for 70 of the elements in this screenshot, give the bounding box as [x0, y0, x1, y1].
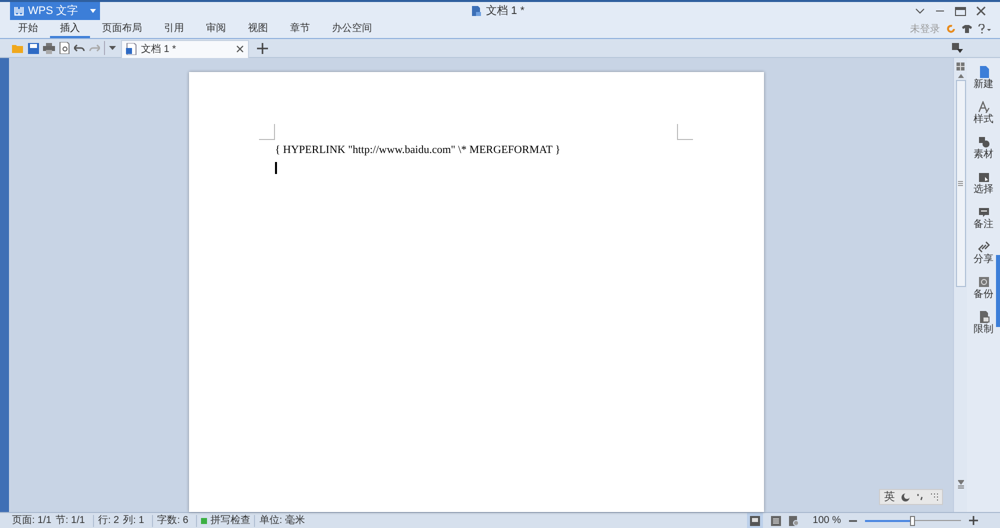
text-cursor — [275, 162, 277, 174]
maximize-icon[interactable] — [955, 6, 966, 16]
ime-toolbar[interactable]: 英 — [879, 489, 943, 505]
zoom-slider[interactable] — [865, 516, 961, 526]
margin-corner-mark — [677, 124, 693, 140]
status-text: 行: 2 — [98, 514, 120, 528]
chevron-down-icon[interactable] — [915, 7, 925, 15]
help-icon[interactable] — [978, 24, 992, 34]
menu-tab[interactable]: 办公空间 — [322, 20, 382, 38]
side-panel-item[interactable]: 备注 — [968, 202, 998, 234]
zoom-percentage: 100 % — [812, 514, 841, 528]
page-view-icon[interactable] — [746, 512, 763, 528]
status-text: 列: 1 — [123, 514, 144, 528]
field-code-text: { HYPERLINK "http://www.baidu.com" \* MERGEFORMAT } — [275, 143, 560, 158]
document-tab[interactable]: 文档 1 * — [121, 40, 249, 58]
save-icon[interactable] — [28, 42, 39, 54]
side-panel-item[interactable]: 样式 — [968, 97, 998, 129]
caret-icon — [90, 9, 96, 13]
grid-dots-icon[interactable] — [930, 493, 938, 501]
spell-check-button[interactable]: 拼写检查 — [201, 513, 250, 528]
speech-bubble-icon — [978, 206, 990, 218]
status-text: 字数: 6 — [157, 514, 188, 528]
status-text: 节: 1/1 — [55, 514, 85, 528]
scroll-up-icon[interactable] — [958, 74, 964, 78]
locked-document-icon — [978, 311, 990, 323]
grip-icon — [958, 181, 963, 186]
menu-tab[interactable]: 开始 — [8, 20, 48, 38]
side-panel-item[interactable]: 新建 — [968, 62, 998, 94]
side-panel-item[interactable]: 分享 — [968, 237, 998, 269]
outline-view-icon[interactable] — [770, 516, 781, 526]
moon-icon[interactable] — [901, 492, 910, 502]
app-menu-button[interactable]: WPS 文字 — [10, 2, 100, 20]
scrollbar-thumb[interactable] — [956, 80, 966, 287]
menu-tab[interactable]: 章节 — [280, 20, 320, 38]
text-style-icon — [978, 101, 990, 113]
side-panel-item[interactable]: 素材 — [968, 132, 998, 164]
document-icon — [470, 5, 482, 17]
document-icon — [978, 66, 990, 78]
dropdown-caret-icon[interactable] — [109, 46, 116, 50]
close-icon[interactable] — [236, 45, 244, 53]
zoom-in-icon[interactable] — [969, 516, 978, 525]
document-icon — [126, 43, 137, 55]
split-view-icon[interactable] — [956, 62, 965, 71]
window-title: 文档 1 * — [486, 4, 525, 19]
close-icon[interactable] — [976, 6, 986, 16]
menu-tab[interactable]: 页面布局 — [92, 20, 152, 38]
menu-tab[interactable]: 引用 — [154, 20, 194, 38]
cursor-box-icon — [978, 171, 990, 183]
menu-tab[interactable]: 视图 — [238, 20, 278, 38]
shirt-icon[interactable] — [962, 24, 972, 34]
status-indicator-icon — [201, 518, 208, 524]
link-icon — [978, 241, 990, 253]
document-tab-label: 文档 1 * — [141, 42, 176, 56]
web-view-icon[interactable] — [788, 516, 799, 526]
new-tab-button[interactable] — [255, 41, 269, 55]
logo-icon — [14, 6, 24, 16]
menu-tab[interactable]: 审阅 — [196, 20, 236, 38]
undo-icon[interactable] — [74, 43, 85, 53]
printer-icon[interactable] — [43, 42, 55, 54]
shapes-icon — [978, 136, 990, 148]
margin-corner-mark — [259, 124, 275, 140]
ime-mode-label[interactable]: 英 — [884, 488, 895, 506]
print-preview-icon[interactable] — [59, 42, 70, 54]
unit-text: 单位: 毫米 — [259, 514, 305, 528]
punctuation-icon[interactable] — [916, 493, 924, 501]
disk-icon — [978, 276, 990, 288]
scroll-down-icon[interactable] — [958, 480, 964, 490]
panel-layout-icon[interactable] — [952, 43, 963, 53]
side-panel-item[interactable]: 选择 — [968, 167, 998, 199]
status-text: 页面: 1/1 — [12, 514, 52, 528]
